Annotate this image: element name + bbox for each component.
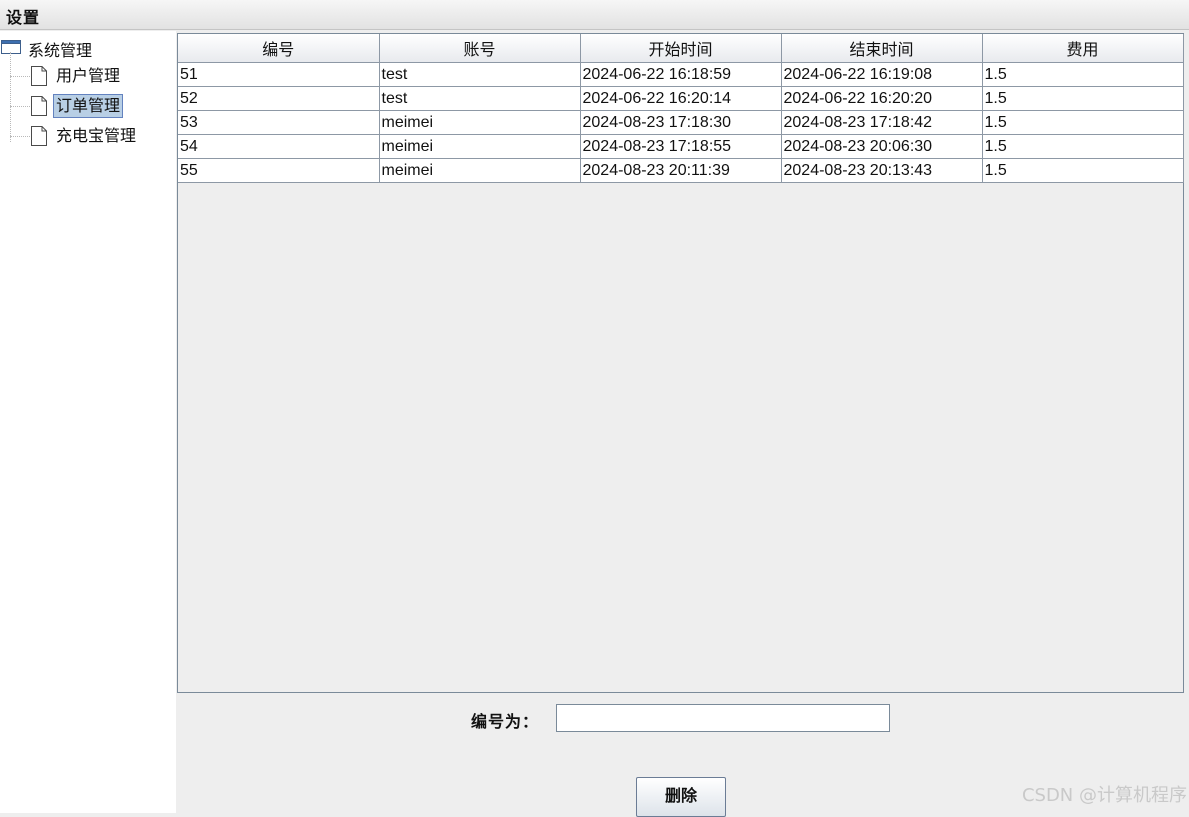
column-header-end-time[interactable]: 结束时间 <box>781 34 983 63</box>
column-header-start-time[interactable]: 开始时间 <box>580 34 782 63</box>
column-header-account[interactable]: 账号 <box>379 34 581 63</box>
cell-fee: 1.5 <box>982 110 1184 135</box>
tree-item-label: 用户管理 <box>56 66 121 85</box>
table-row[interactable]: 53 meimei 2024-08-23 17:18:30 2024-08-23… <box>178 110 1184 135</box>
cell-fee: 1.5 <box>982 158 1184 183</box>
orders-table-panel[interactable]: 编号 账号 开始时间 结束时间 费用 51 test 2024-06-22 16… <box>177 33 1184 693</box>
cell-end-time: 2024-08-23 20:06:30 <box>781 134 983 159</box>
table-row[interactable]: 52 test 2024-06-22 16:20:14 2024-06-22 1… <box>178 86 1184 111</box>
cell-id: 53 <box>178 110 380 135</box>
tree-connector <box>10 76 30 77</box>
cell-start-time: 2024-06-22 16:20:14 <box>580 86 782 111</box>
cell-start-time: 2024-06-22 16:18:59 <box>580 62 782 87</box>
cell-end-time: 2024-06-22 16:19:08 <box>781 62 983 87</box>
cell-end-time: 2024-08-23 17:18:42 <box>781 110 983 135</box>
tree-connector <box>10 106 30 107</box>
menu-bar: 设置 <box>0 0 1189 30</box>
file-icon <box>31 126 47 146</box>
cell-account: test <box>379 62 581 87</box>
cell-end-time: 2024-06-22 16:20:20 <box>781 86 983 111</box>
cell-start-time: 2024-08-23 17:18:55 <box>580 134 782 159</box>
cell-id: 55 <box>178 158 380 183</box>
cell-start-time: 2024-08-23 17:18:30 <box>580 110 782 135</box>
table-row[interactable]: 55 meimei 2024-08-23 20:11:39 2024-08-23… <box>178 158 1184 183</box>
cell-id: 51 <box>178 62 380 87</box>
cell-id: 52 <box>178 86 380 111</box>
watermark: CSDN @计算机程序 <box>1021 785 1187 806</box>
cell-end-time: 2024-08-23 20:13:43 <box>781 158 983 183</box>
table-row[interactable]: 54 meimei 2024-08-23 17:18:55 2024-08-23… <box>178 134 1184 159</box>
delete-button[interactable]: 删除 <box>636 777 726 817</box>
table-header-row: 编号 账号 开始时间 结束时间 费用 <box>178 34 1184 63</box>
cell-account: meimei <box>379 158 581 183</box>
tree-connector <box>10 52 11 142</box>
menu-settings[interactable]: 设置 <box>6 4 40 28</box>
column-header-fee[interactable]: 费用 <box>982 34 1184 63</box>
cell-fee: 1.5 <box>982 62 1184 87</box>
id-field-label: 编号为： <box>471 712 540 731</box>
cell-fee: 1.5 <box>982 134 1184 159</box>
cell-fee: 1.5 <box>982 86 1184 111</box>
cell-account: meimei <box>379 134 581 159</box>
file-icon <box>31 96 47 116</box>
id-input[interactable] <box>556 704 890 732</box>
orders-table: 编号 账号 开始时间 结束时间 费用 51 test 2024-06-22 16… <box>178 34 1184 183</box>
column-header-id[interactable]: 编号 <box>178 34 380 63</box>
cell-id: 54 <box>178 134 380 159</box>
tree-item-label: 订单管理 <box>53 94 124 118</box>
folder-icon <box>1 40 21 54</box>
navigation-tree: 系统管理 用户管理 订单管理 充电宝管理 <box>0 31 176 813</box>
file-icon <box>31 66 47 86</box>
table-row[interactable]: 51 test 2024-06-22 16:18:59 2024-06-22 1… <box>178 62 1184 87</box>
tree-root-label: 系统管理 <box>28 41 93 60</box>
cell-account: test <box>379 86 581 111</box>
tree-connector <box>10 136 30 137</box>
cell-start-time: 2024-08-23 20:11:39 <box>580 158 782 183</box>
tree-item-label: 充电宝管理 <box>56 126 137 145</box>
cell-account: meimei <box>379 110 581 135</box>
